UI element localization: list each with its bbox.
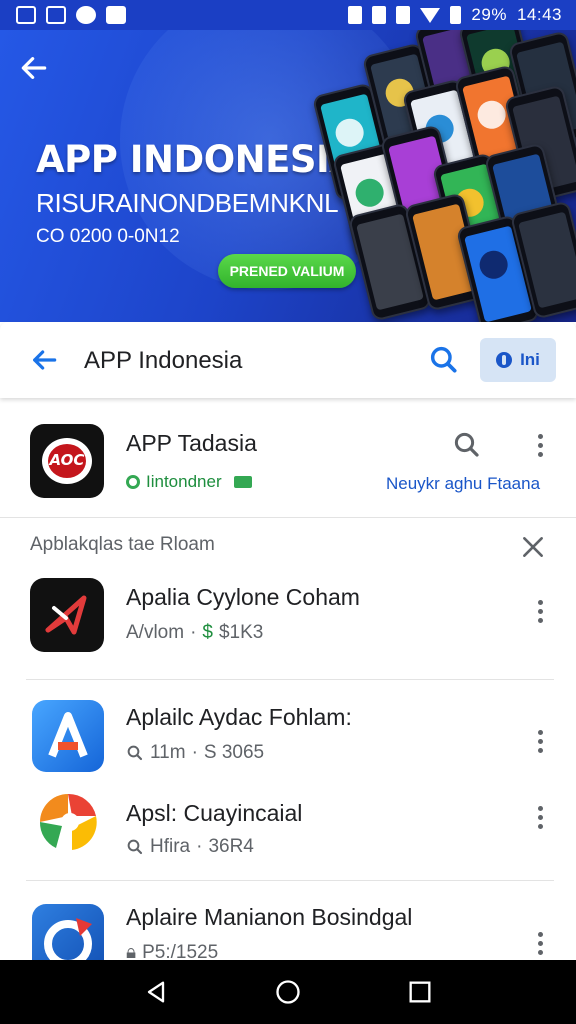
battery-percent: 29% bbox=[471, 5, 507, 24]
top-result-title: APP Tadasia bbox=[126, 430, 257, 456]
status-bar-right: 29% 14:43 bbox=[348, 5, 562, 25]
search-icon bbox=[127, 745, 143, 761]
vibrate-icon bbox=[348, 6, 363, 24]
swirl-logo-icon bbox=[39, 793, 97, 850]
banner-title: APP INDONESIA bbox=[36, 138, 358, 181]
top-result-card[interactable]: AOC APP Tadasia Iintondner Neuykr aghu F… bbox=[0, 400, 576, 518]
item-meta: Hfira · 36R4 bbox=[126, 836, 254, 858]
developer-name: Iintondner bbox=[146, 472, 222, 491]
banner-small-text: CO 0200 0-0N12 bbox=[36, 226, 180, 247]
item-title: Apalia Cyylone Coham bbox=[126, 584, 360, 610]
filter-pill-label: Ini bbox=[520, 350, 540, 369]
refresh-logo-icon bbox=[44, 918, 92, 960]
search-icon[interactable] bbox=[428, 344, 460, 376]
separator-dot: · bbox=[190, 622, 197, 643]
system-navigation-bar bbox=[0, 960, 576, 1024]
message-notification-icon bbox=[106, 6, 126, 24]
app-icon[interactable] bbox=[32, 786, 104, 858]
more-options-icon[interactable] bbox=[528, 430, 552, 460]
more-options-icon[interactable] bbox=[528, 726, 552, 756]
divider bbox=[26, 679, 554, 680]
item-meta: 11m · S 3065 bbox=[126, 742, 264, 764]
feature-banner[interactable]: APP INDONESIA RISURAINONDBEMNKNL CO 0200… bbox=[0, 30, 576, 322]
nav-recents-icon[interactable] bbox=[406, 978, 434, 1006]
top-result-link[interactable]: Neuykr aghu Ftaana bbox=[386, 474, 540, 494]
status-bar-left bbox=[16, 6, 126, 24]
item-meta-label: Hfira bbox=[150, 836, 191, 857]
filter-pill-button[interactable]: Ini bbox=[480, 338, 556, 382]
banner-subtitle: RISURAINONDBEMNKNL bbox=[36, 188, 339, 218]
item-title: Apsl: Cuayincaial bbox=[126, 800, 303, 826]
price-icon: $ bbox=[202, 622, 213, 643]
lock-icon: 🔒︎ bbox=[126, 942, 137, 960]
status-bar: 29% 14:43 bbox=[0, 0, 576, 30]
top-result-app-icon[interactable]: AOC bbox=[30, 424, 104, 498]
top-result-developer[interactable]: Iintondner bbox=[126, 472, 252, 492]
gallery-notification-icon bbox=[16, 6, 36, 24]
search-input[interactable]: APP Indonesia bbox=[84, 347, 242, 375]
nav-home-icon[interactable] bbox=[274, 978, 302, 1006]
item-meta-label: P5:/1525 bbox=[142, 942, 219, 960]
divider bbox=[26, 880, 554, 881]
verified-icon bbox=[126, 475, 140, 489]
nav-back-icon[interactable] bbox=[142, 978, 170, 1006]
more-options-icon[interactable] bbox=[528, 596, 552, 626]
wifi-icon bbox=[420, 7, 441, 23]
search-icon bbox=[127, 839, 143, 855]
back-arrow-icon[interactable] bbox=[28, 344, 60, 376]
item-meta-value: $1K3 bbox=[218, 622, 264, 643]
app-icon[interactable] bbox=[32, 700, 104, 772]
arrow-logo-icon bbox=[45, 595, 87, 635]
list-item[interactable]: Apalia Cyylone Coham A/vlom · $ $1K3 bbox=[0, 568, 576, 678]
clock: 14:43 bbox=[516, 5, 562, 24]
more-options-icon[interactable] bbox=[528, 928, 552, 958]
item-meta-value: S 3065 bbox=[203, 742, 265, 763]
app-icon[interactable] bbox=[32, 904, 104, 960]
separator-dot: · bbox=[191, 742, 198, 763]
item-meta-value: 36R4 bbox=[208, 836, 254, 857]
item-title: Aplaire Manianon Bosindgal bbox=[126, 904, 413, 930]
banner-phone-collage bbox=[311, 30, 576, 322]
list-item[interactable]: Aplaire Manianon Bosindgal 🔒︎ P5:/1525 bbox=[0, 892, 576, 960]
download-notification-icon bbox=[76, 6, 96, 24]
shield-icon bbox=[372, 6, 387, 24]
home-icon bbox=[396, 6, 411, 24]
search-bar: APP Indonesia Ini bbox=[0, 322, 576, 398]
logo-text: AOC bbox=[49, 451, 85, 469]
battery-icon bbox=[450, 6, 462, 24]
list-item[interactable]: Apsl: Cuayincaial Hfira · 36R4 bbox=[0, 784, 576, 894]
close-icon[interactable] bbox=[520, 534, 546, 560]
search-icon[interactable] bbox=[452, 430, 482, 460]
item-meta-label: A/vlom bbox=[126, 622, 185, 643]
item-meta: A/vlom · $ $1K3 bbox=[126, 622, 263, 644]
back-arrow-icon[interactable] bbox=[18, 52, 50, 84]
info-icon bbox=[496, 352, 513, 368]
app-icon[interactable] bbox=[30, 578, 104, 652]
more-options-icon[interactable] bbox=[528, 802, 552, 832]
separator-dot: · bbox=[196, 836, 203, 857]
badge-icon bbox=[233, 476, 252, 488]
item-title: Aplailc Aydac Fohlam: bbox=[126, 704, 352, 730]
image-notification-icon bbox=[46, 6, 66, 24]
section-header: Apblakqlas tae Rloam bbox=[30, 534, 215, 555]
item-meta-label: 11m bbox=[150, 742, 186, 763]
item-meta: 🔒︎ P5:/1525 bbox=[126, 942, 218, 960]
a-logo-icon bbox=[48, 712, 88, 758]
